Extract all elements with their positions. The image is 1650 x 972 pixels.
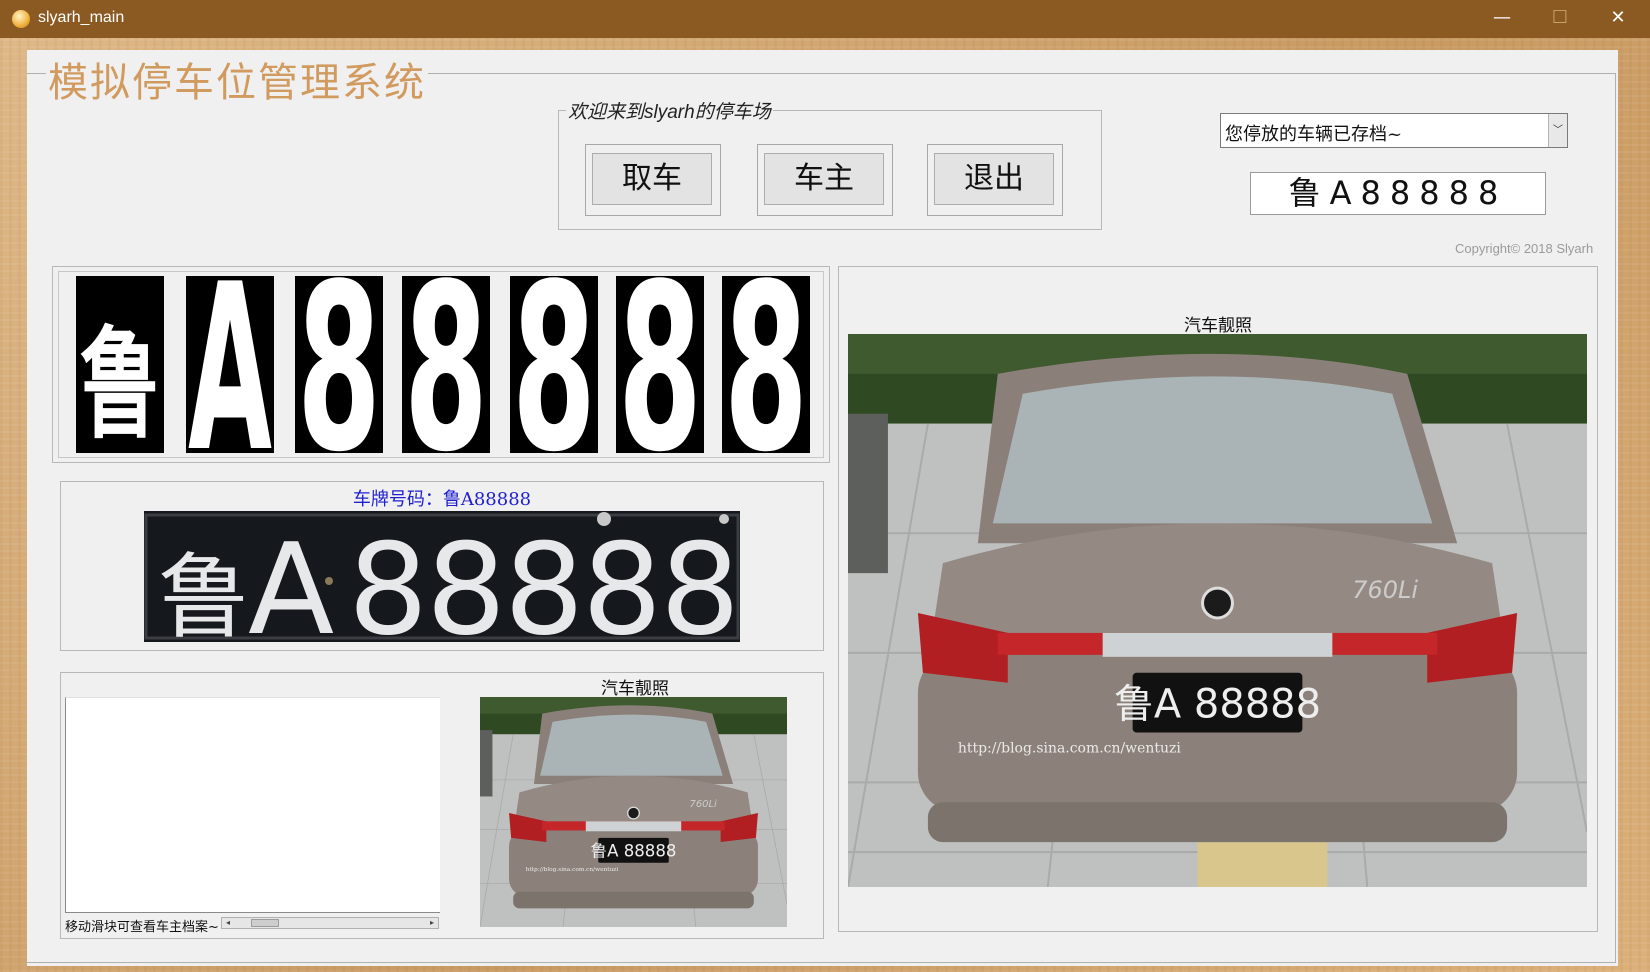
large-photo-watermark: http://blog.sina.com.cn/wentuzi <box>958 741 1182 757</box>
car-photo-small: 鲁A 88888 760Li http://blog.sina.com.cn/w… <box>480 697 787 927</box>
plate-image-char: 鲁 <box>158 544 250 642</box>
exit-button[interactable]: 退出 <box>934 153 1054 205</box>
scroll-right-icon[interactable]: ▸ <box>426 918 438 928</box>
owner-archive-view <box>65 697 440 913</box>
plate-image-char: 8 <box>582 516 662 642</box>
slider-hint: 移动滑块可查看车主档案~ <box>65 920 219 935</box>
segmented-char-4: 8 <box>402 276 490 453</box>
segmented-char-2: A <box>186 276 274 453</box>
plate-image-char: 8 <box>660 516 740 642</box>
welcome-prefix: 欢迎来到 <box>568 102 645 123</box>
svg-text:8: 8 <box>404 276 488 453</box>
svg-text:8: 8 <box>618 276 702 453</box>
svg-text:鲁: 鲁 <box>80 316 160 453</box>
title-bar: slyarh_main — ☐ ✕ <box>0 0 1650 38</box>
archive-select[interactable]: 您停放的车辆已存档~ ﹀ <box>1220 113 1568 148</box>
svg-text:8: 8 <box>512 276 596 453</box>
chevron-down-icon[interactable]: ﹀ <box>1548 114 1567 147</box>
slider-thumb[interactable] <box>250 919 279 927</box>
plate-image: 鲁 A 8 8 8 8 8 <box>144 511 740 642</box>
welcome-suffix: 的停车场 <box>694 102 771 123</box>
scroll-left-icon[interactable]: ◂ <box>222 918 234 928</box>
small-photo-watermark: http://blog.sina.com.cn/wentuzi <box>526 867 619 873</box>
segmented-char-3: 8 <box>295 276 383 453</box>
plate-image-char: 8 <box>504 516 584 642</box>
segmented-char-6: 8 <box>616 276 704 453</box>
plate-image-char: 8 <box>426 516 506 642</box>
segmented-char-7: 8 <box>722 276 810 453</box>
small-photo-plate: 鲁A 88888 <box>591 842 677 861</box>
plate-number-display: 鲁A88888 <box>1250 172 1546 215</box>
big-photo-caption: 汽车靓照 <box>1184 316 1252 336</box>
owner-button-frame: 车主 <box>757 144 893 216</box>
app-icon <box>12 10 30 28</box>
svg-text:A: A <box>188 276 272 453</box>
car-owner-button[interactable]: 车主 <box>764 153 884 205</box>
segmented-char-1: 鲁 <box>76 276 164 453</box>
segmented-char-5: 8 <box>510 276 598 453</box>
pickup-car-button[interactable]: 取车 <box>592 153 712 205</box>
svg-text:8: 8 <box>724 276 808 453</box>
svg-text:8: 8 <box>297 276 381 453</box>
pickup-button-frame: 取车 <box>585 144 721 216</box>
archive-select-value: 您停放的车辆已存档~ <box>1225 124 1403 145</box>
small-photo-badge: 760Li <box>690 799 718 810</box>
plate-caption: 车牌号码：鲁A88888 <box>352 489 532 510</box>
exit-button-frame: 退出 <box>927 144 1063 216</box>
large-photo-plate: 鲁A 88888 <box>1114 682 1321 728</box>
window-title: slyarh_main <box>38 9 125 26</box>
welcome-brand: slyarh <box>644 102 695 123</box>
small-photo-caption: 汽车靓照 <box>601 679 669 699</box>
minimize-button[interactable]: — <box>1474 0 1530 38</box>
maximize-button[interactable]: ☐ <box>1532 0 1588 38</box>
large-photo-badge: 760Li <box>1352 576 1418 604</box>
plate-image-char: A <box>248 516 334 642</box>
app-heading: 模拟停车位管理系统 <box>46 50 428 108</box>
copyright-text: Copyright© 2018 Slyarh <box>1455 241 1594 256</box>
close-button[interactable]: ✕ <box>1590 0 1646 38</box>
owner-slider[interactable]: ◂ ▸ <box>221 917 439 929</box>
car-photo-large: 鲁A 88888 760Li http://blog.sina.com.cn/w… <box>848 334 1587 887</box>
plate-image-char: 8 <box>348 516 428 642</box>
welcome-legend: 欢迎来到slyarh的停车场 <box>566 97 773 124</box>
